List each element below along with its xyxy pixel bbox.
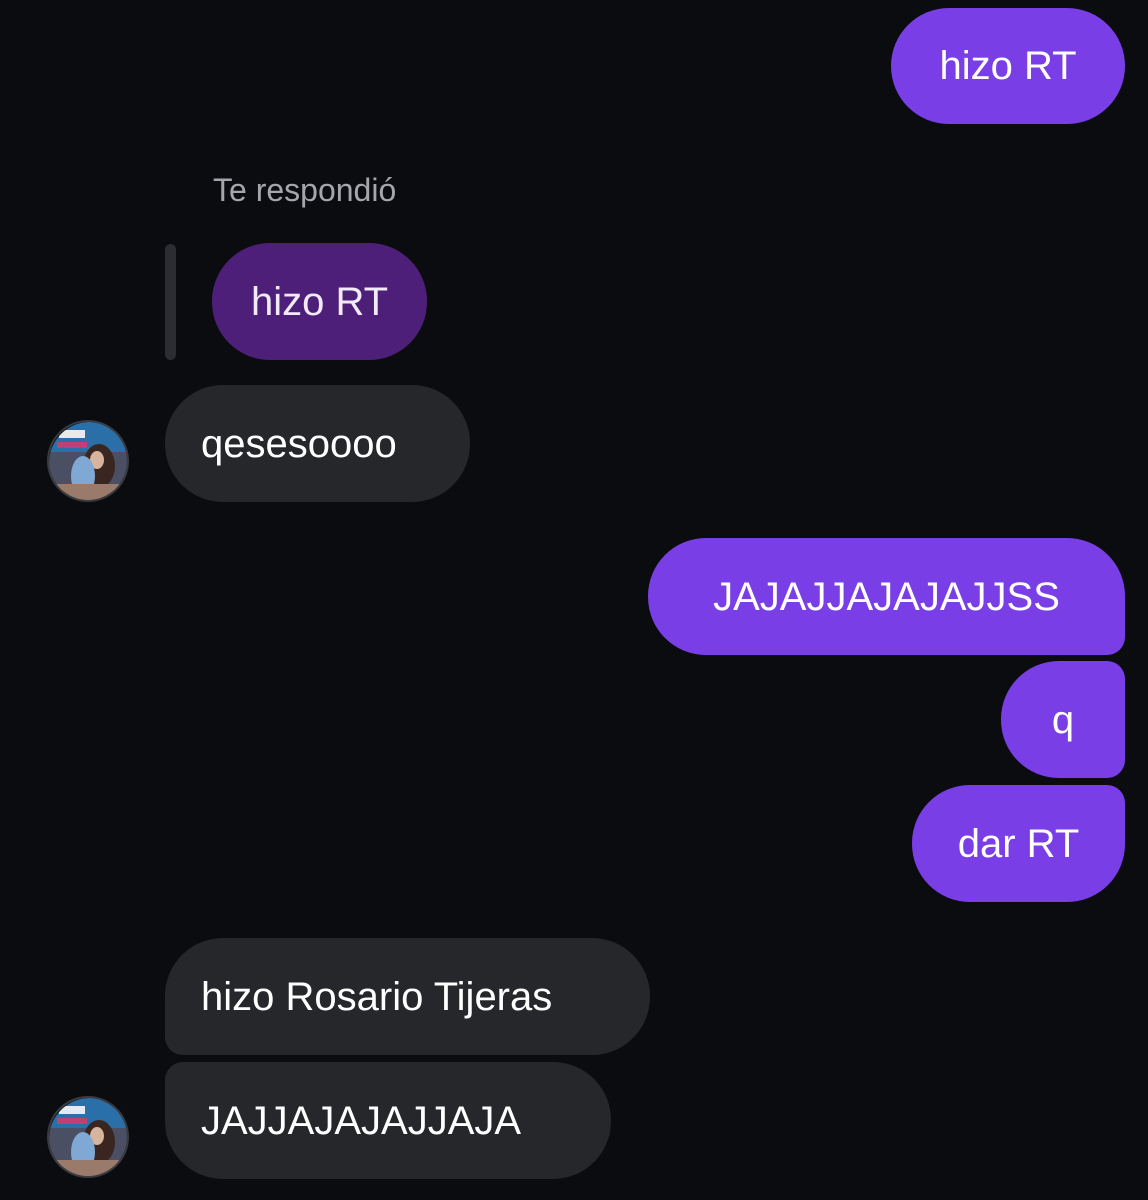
- sent-message-bubble[interactable]: hizo RT: [891, 8, 1125, 124]
- message-text: JAJAJJAJAJAJJSS: [713, 574, 1060, 619]
- received-message-bubble[interactable]: hizo Rosario Tijeras: [165, 938, 650, 1055]
- contact-avatar[interactable]: [47, 420, 129, 502]
- sent-message-bubble[interactable]: dar RT: [912, 785, 1125, 902]
- quoted-message-bubble[interactable]: hizo RT: [212, 243, 427, 360]
- quoted-message-text: hizo RT: [250, 279, 389, 324]
- message-text: hizo Rosario Tijeras: [201, 974, 553, 1019]
- message-text: JAJJAJAJAJJAJA: [201, 1098, 522, 1143]
- reply-quote-bar: [165, 244, 176, 360]
- contact-avatar-photo-icon: [49, 422, 127, 500]
- sent-message-bubble[interactable]: q: [1001, 661, 1125, 778]
- contact-avatar-photo-icon: [49, 1098, 127, 1176]
- message-text: dar RT: [957, 821, 1080, 866]
- chat-thread: hizo RT Te respondió hizo RT qesesoooo J…: [0, 0, 1148, 1200]
- received-message-bubble[interactable]: JAJJAJAJAJJAJA: [165, 1062, 611, 1179]
- sent-message-bubble[interactable]: JAJAJJAJAJAJJSS: [648, 538, 1125, 655]
- message-text: qesesoooo: [201, 421, 397, 466]
- contact-avatar[interactable]: [47, 1096, 129, 1178]
- message-text: hizo RT: [939, 44, 1077, 88]
- received-message-bubble[interactable]: qesesoooo: [165, 385, 470, 502]
- reply-label: Te respondió: [213, 172, 397, 208]
- message-text: q: [1051, 697, 1075, 742]
